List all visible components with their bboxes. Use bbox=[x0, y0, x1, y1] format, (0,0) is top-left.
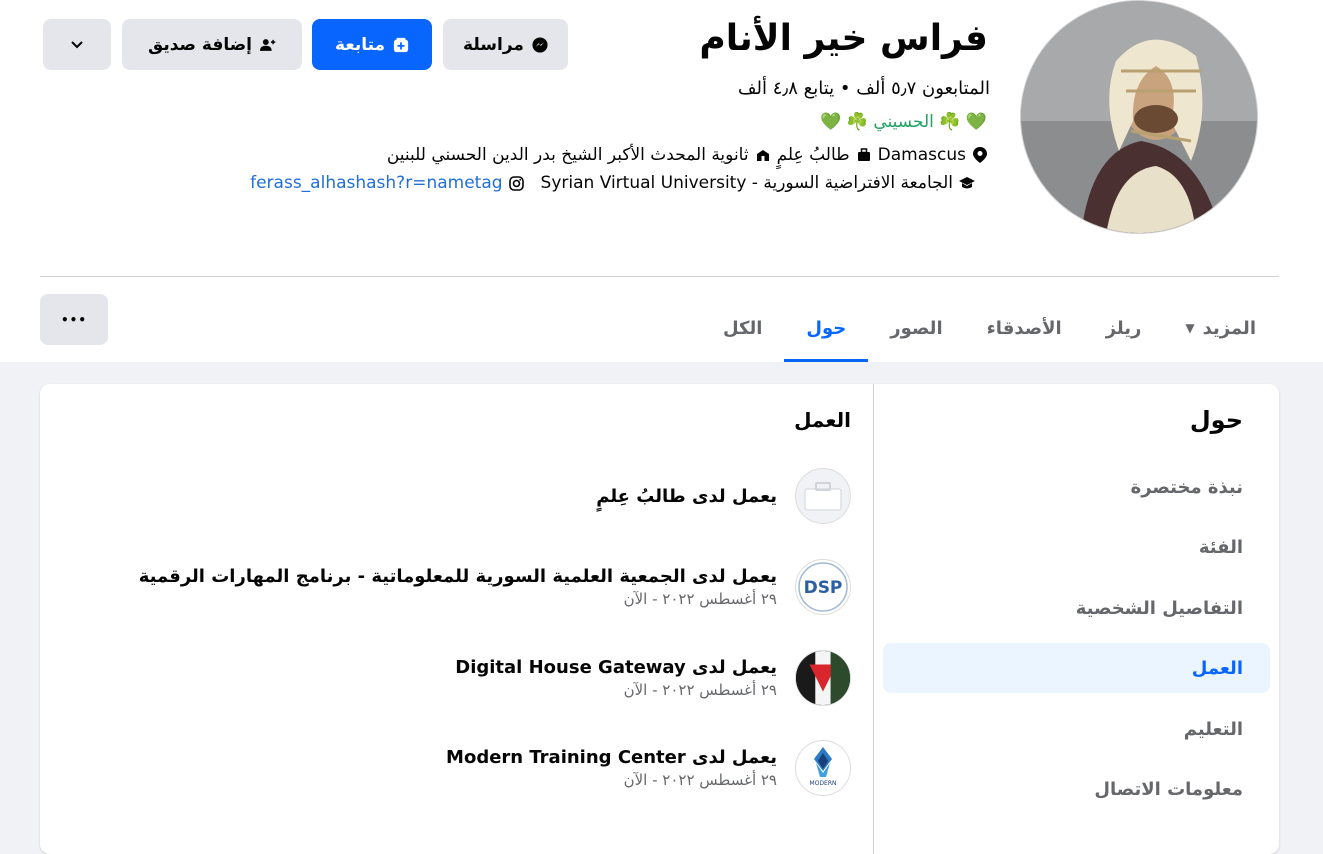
dsp-logo[interactable]: DSP bbox=[795, 559, 851, 615]
profile-name: فراس خير الأنام bbox=[699, 18, 988, 59]
add-friend-button[interactable]: إضافة صديق bbox=[122, 19, 302, 70]
about-sidebar: حول نبذة مختصرة الفئة التفاصيل الشخصية ا… bbox=[873, 384, 1279, 854]
sidebar-item-personal-details[interactable]: التفاصيل الشخصية bbox=[883, 583, 1270, 633]
profile-tabs: الكل حول الصور الأصدقاء ريلز المزيد ▼ bbox=[701, 294, 1278, 362]
follow-label: متابعة bbox=[334, 34, 386, 55]
avatar-photo bbox=[1021, 1, 1257, 233]
profile-options-dropdown[interactable] bbox=[43, 19, 111, 70]
tab-about[interactable]: حول bbox=[784, 294, 869, 362]
follow-button[interactable]: متابعة bbox=[312, 19, 432, 70]
tab-friends[interactable]: الأصدقاء bbox=[965, 294, 1084, 362]
instagram-icon bbox=[509, 175, 525, 191]
instagram-link[interactable]: ferass_alhashash?r=nametag bbox=[250, 173, 502, 193]
follow-icon bbox=[393, 37, 409, 53]
graduation-cap-icon bbox=[959, 175, 975, 191]
job-title[interactable]: يعمل لدى طالبُ عِلمٍ bbox=[596, 486, 777, 507]
sidebar-item-category[interactable]: الفئة bbox=[883, 522, 1270, 572]
caret-down-icon: ▼ bbox=[1185, 321, 1195, 335]
job-date: ٢٩ أغسطس ٢٠٢٢ - الآن bbox=[623, 681, 777, 699]
tab-all[interactable]: الكل bbox=[701, 294, 784, 362]
messenger-icon bbox=[532, 36, 548, 53]
more-options-button[interactable]: ••• bbox=[40, 294, 108, 345]
about-title: حول bbox=[1189, 406, 1243, 434]
job-placeholder-icon[interactable] bbox=[795, 468, 851, 524]
chevron-down-icon bbox=[69, 37, 85, 53]
digital-house-logo[interactable] bbox=[795, 650, 851, 706]
job-item: DSP يعمل لدى الجمعية العلمية السورية للم… bbox=[71, 557, 851, 617]
job-item: يعمل لدى طالبُ عِلمٍ bbox=[71, 466, 851, 526]
modern-logo-text: MODERN bbox=[810, 780, 837, 787]
school-icon bbox=[755, 147, 771, 163]
sidebar-item-contact-info[interactable]: معلومات الاتصال bbox=[883, 764, 1270, 814]
header-divider bbox=[40, 276, 1279, 277]
about-panel: حول نبذة مختصرة الفئة التفاصيل الشخصية ا… bbox=[40, 384, 1279, 854]
job-title[interactable]: يعمل لدى Digital House Gateway bbox=[455, 657, 777, 678]
job-item: MODERN يعمل لدى Modern Training Center ٢… bbox=[71, 738, 851, 798]
job-title[interactable]: يعمل لدى Modern Training Center bbox=[446, 747, 777, 768]
profile-header: فراس خير الأنام المتابعون ٥٫٧ ألف • يتاب… bbox=[0, 0, 1323, 362]
message-button[interactable]: مراسلة bbox=[443, 19, 568, 70]
briefcase-icon bbox=[856, 147, 872, 163]
tab-more[interactable]: المزيد ▼ bbox=[1163, 294, 1278, 362]
location-text[interactable]: Damascus bbox=[878, 145, 966, 165]
follower-stats[interactable]: المتابعون ٥٫٧ ألف • يتابع ٤٫٨ ألف bbox=[738, 78, 990, 99]
sidebar-item-education[interactable]: التعليم bbox=[883, 704, 1270, 754]
university-text[interactable]: الجامعة الافتراضية السورية - Syrian Virt… bbox=[541, 173, 953, 193]
tab-reels[interactable]: ريلز bbox=[1084, 294, 1164, 362]
work-section-title: العمل bbox=[794, 408, 851, 432]
modern-training-logo[interactable]: MODERN bbox=[795, 740, 851, 796]
school-text[interactable]: ثانوية المحدث الأكبر الشيخ بدر الدين الح… bbox=[387, 145, 749, 165]
job-date: ٢٩ أغسطس ٢٠٢٢ - الآن bbox=[623, 590, 777, 608]
profile-avatar[interactable] bbox=[1020, 0, 1258, 234]
work-section: العمل يعمل لدى طالبُ عِلمٍ DSP يعمل لدى … bbox=[40, 384, 873, 854]
add-friend-label: إضافة صديق bbox=[148, 34, 252, 55]
more-dots-icon: ••• bbox=[60, 312, 87, 327]
work-text[interactable]: طالبُ عِلمٍ bbox=[777, 145, 850, 165]
tab-photos[interactable]: الصور bbox=[868, 294, 964, 362]
profile-bio: 💚 ☘️ الحسيني ☘️ 💚 bbox=[820, 112, 987, 132]
sidebar-item-overview[interactable]: نبذة مختصرة bbox=[883, 462, 1270, 512]
dsp-logo-text: DSP bbox=[804, 578, 843, 598]
job-title[interactable]: يعمل لدى الجمعية العلمية السورية للمعلوم… bbox=[139, 566, 777, 587]
job-item: يعمل لدى Digital House Gateway ٢٩ أغسطس … bbox=[71, 648, 851, 708]
location-pin-icon bbox=[972, 147, 988, 163]
add-friend-icon bbox=[259, 37, 276, 53]
sidebar-item-work[interactable]: العمل bbox=[883, 643, 1270, 693]
intro-line-1: Damascus طالبُ عِلمٍ ثانوية المحدث الأكب… bbox=[387, 145, 988, 165]
intro-line-2: الجامعة الافتراضية السورية - Syrian Virt… bbox=[250, 173, 975, 193]
job-date: ٢٩ أغسطس ٢٠٢٢ - الآن bbox=[623, 771, 777, 789]
message-label: مراسلة bbox=[463, 34, 524, 55]
